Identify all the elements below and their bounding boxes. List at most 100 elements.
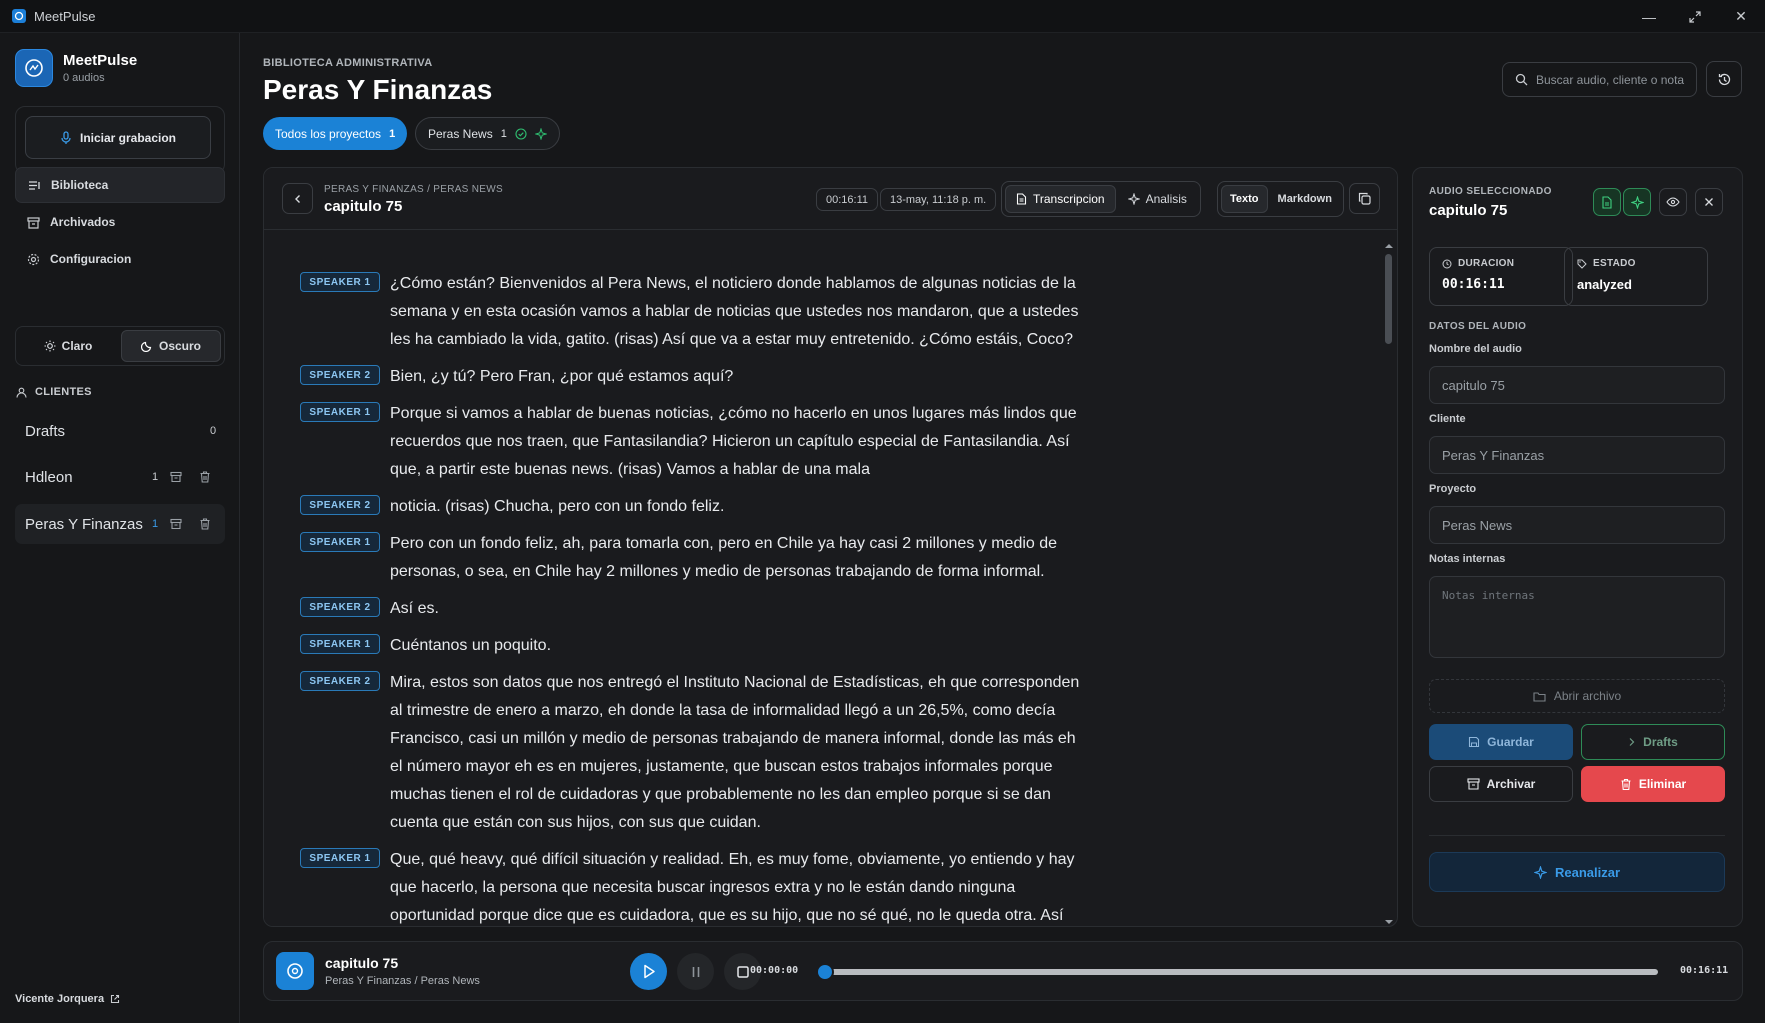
user-icon: [16, 387, 27, 398]
minimize-icon[interactable]: —: [1626, 0, 1672, 33]
filter-count: 1: [500, 127, 507, 140]
status-card: ESTADO analyzed: [1564, 247, 1708, 306]
history-button[interactable]: [1706, 61, 1742, 97]
client-item-peras-y-finanzas[interactable]: Peras Y Finanzas 1: [15, 504, 225, 544]
speaker-badge: SPEAKER 1: [300, 532, 380, 552]
archive-button[interactable]: Archivar: [1429, 766, 1573, 802]
notes-textarea[interactable]: Notas internas: [1429, 576, 1725, 658]
microphone-icon: [61, 130, 71, 144]
trash-icon: [1621, 778, 1631, 790]
start-recording-label: Iniciar grabacion: [79, 130, 177, 145]
theme-dark-button[interactable]: Oscuro: [121, 330, 221, 362]
theme-toggle: Claro Oscuro: [15, 326, 225, 366]
sparkle-icon: [534, 127, 547, 140]
theme-light-button[interactable]: Claro: [19, 330, 117, 362]
close-window-icon[interactable]: ✕: [1718, 0, 1764, 33]
format-toggle: Texto Markdown: [1217, 181, 1344, 217]
tab-label: Transcripcion: [1033, 192, 1105, 206]
scroll-up-icon[interactable]: [1383, 242, 1395, 250]
play-button[interactable]: [630, 953, 667, 990]
breadcrumb: PERAS Y FINANZAS / PERAS NEWS: [324, 184, 503, 195]
ai-summary-button[interactable]: [1623, 188, 1651, 216]
open-file-button[interactable]: Abrir archivo: [1429, 679, 1725, 713]
tab-analisis[interactable]: Analisis: [1118, 185, 1197, 213]
trash-icon[interactable]: [198, 470, 212, 484]
nav-item-configuracion[interactable]: Configuracion: [15, 241, 225, 277]
audio-player: capitulo 75 Peras Y Finanzas / Peras New…: [263, 941, 1743, 1001]
transcript-segment: SPEAKER 2 noticia. (risas) Chucha, pero c…: [300, 493, 1360, 521]
folder-icon: [1533, 691, 1546, 702]
save-button[interactable]: Guardar: [1429, 724, 1573, 760]
player-artwork-icon: [276, 952, 314, 990]
transcript-segment: SPEAKER 1 Pero con un fondo feliz, ah, pa…: [300, 530, 1360, 586]
save-label: Guardar: [1487, 735, 1534, 749]
record-panel: Iniciar grabacion: [15, 106, 225, 174]
audio-name-field[interactable]: capitulo 75: [1429, 366, 1725, 404]
copy-icon: [1358, 192, 1371, 205]
start-recording-button[interactable]: Iniciar grabacion: [25, 116, 211, 159]
nav-item-archivados[interactable]: Archivados: [15, 204, 225, 240]
scroll-thumb[interactable]: [1385, 254, 1392, 344]
stop-icon: [736, 965, 749, 978]
progress-knob[interactable]: [816, 963, 834, 981]
view-tabs: Transcripcion Analisis: [1001, 181, 1201, 217]
speaker-badge: SPEAKER 1: [300, 848, 380, 868]
project-field[interactable]: Peras News: [1429, 506, 1725, 544]
nav-item-biblioteca[interactable]: Biblioteca: [15, 167, 225, 203]
export-doc-button[interactable]: [1593, 188, 1621, 216]
search-input[interactable]: Buscar audio, cliente o nota: [1502, 62, 1697, 97]
archive-icon[interactable]: [169, 517, 183, 531]
player-subtitle: Peras Y Finanzas / Peras News: [325, 975, 480, 987]
format-texto[interactable]: Texto: [1221, 185, 1268, 213]
archive-icon[interactable]: [169, 470, 183, 484]
segment-text: Así es.: [390, 600, 439, 617]
current-time: 00:00:00: [750, 965, 799, 976]
segment-text: Que, qué heavy, qué difícil situación y …: [390, 851, 1075, 924]
theme-light-label: Claro: [61, 339, 93, 353]
scroll-down-icon[interactable]: [1383, 918, 1395, 926]
notes-label: Notas internas: [1429, 553, 1506, 565]
segment-text: Mira, estos son datos que nos entregó el…: [390, 674, 1080, 831]
total-time: 00:16:11: [1680, 965, 1729, 976]
back-button[interactable]: [282, 183, 313, 214]
transcript-scrollbar[interactable]: [1383, 240, 1395, 926]
tab-transcripcion[interactable]: Transcripcion: [1005, 185, 1116, 213]
delete-button[interactable]: Eliminar: [1581, 766, 1725, 802]
format-markdown[interactable]: Markdown: [1270, 185, 1340, 213]
date-chip: 13-may, 11:18 p. m.: [880, 188, 997, 211]
client-item-drafts[interactable]: Drafts 0: [15, 411, 225, 451]
sparkle-icon: [1533, 865, 1547, 879]
filter-all-projects[interactable]: Todos los proyectos 1: [263, 117, 408, 150]
copy-button[interactable]: [1349, 183, 1380, 214]
filter-label: Peras News: [428, 126, 493, 141]
page-title: Peras Y Finanzas: [263, 74, 493, 105]
user-link[interactable]: Vicente Jorquera: [15, 993, 120, 1005]
speaker-badge: SPEAKER 2: [300, 597, 380, 617]
drafts-button[interactable]: Drafts: [1581, 724, 1725, 760]
client-item-hdleon[interactable]: Hdleon 1: [15, 457, 225, 497]
close-panel-button[interactable]: [1695, 188, 1723, 216]
transcript-body[interactable]: SPEAKER 1 ¿Cómo están? Bienvenidos al Per…: [264, 240, 1382, 926]
transcript-segment: SPEAKER 2 Así es.: [300, 595, 1360, 623]
duration-label: DURACION: [1442, 258, 1560, 269]
search-placeholder: Buscar audio, cliente o nota: [1536, 72, 1685, 87]
filter-count: 1: [389, 127, 396, 140]
filter-peras-news[interactable]: Peras News 1: [415, 117, 560, 150]
clients-heading-label: CLIENTES: [35, 386, 92, 398]
preview-button[interactable]: [1659, 188, 1687, 216]
maximize-icon[interactable]: [1672, 0, 1718, 33]
duration-label-text: DURACION: [1458, 258, 1515, 269]
pause-button[interactable]: [677, 953, 714, 990]
details-eyebrow: AUDIO SELECCIONADO: [1429, 186, 1552, 197]
reanalyze-button[interactable]: Reanalizar: [1429, 852, 1725, 892]
transcript-segment: SPEAKER 1 ¿Cómo están? Bienvenidos al Per…: [300, 270, 1360, 354]
check-circle-icon: [515, 127, 527, 140]
trash-icon[interactable]: [198, 517, 212, 531]
duration-chip: 00:16:11: [816, 188, 879, 211]
sparkle-icon: [1630, 195, 1644, 209]
progress-track[interactable]: [825, 969, 1658, 975]
brand: MeetPulse 0 audios: [15, 49, 137, 87]
title-bar: MeetPulse — ✕: [0, 0, 1765, 33]
audio-count: 0 audios: [63, 72, 105, 84]
client-field[interactable]: Peras Y Finanzas: [1429, 436, 1725, 474]
